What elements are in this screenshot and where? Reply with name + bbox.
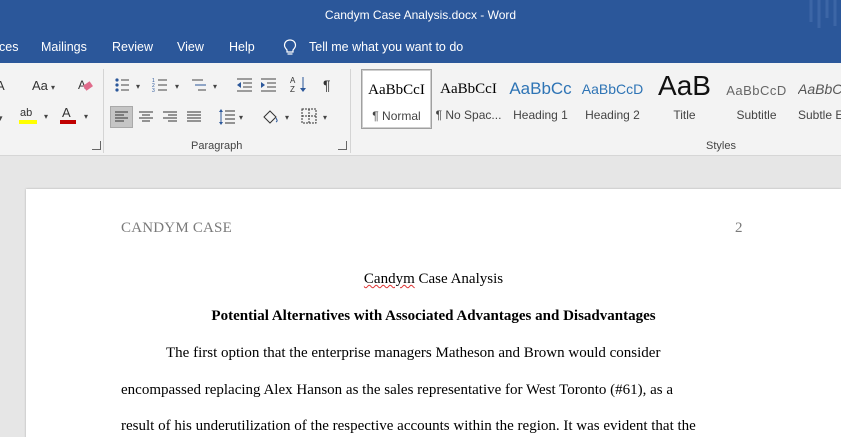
group-separator <box>103 69 104 153</box>
style-name: Subtitle <box>736 108 777 122</box>
paragraph-line: The first option that the enterprise man… <box>166 345 661 361</box>
style-name: ¶ Normal <box>372 109 421 123</box>
style-name: Title <box>673 108 696 122</box>
chevron-down-icon[interactable]: ▾ <box>285 113 289 122</box>
sort-icon[interactable]: AZ <box>290 75 308 95</box>
font-dropdown-icon[interactable]: ▾ <box>0 109 8 125</box>
decrease-indent-icon[interactable] <box>236 77 253 93</box>
style-sample: AaBbCc <box>509 79 572 98</box>
justify-icon[interactable] <box>185 108 203 126</box>
style-normal[interactable]: AaBbCcI ¶ Normal <box>361 69 432 129</box>
chevron-down-icon[interactable]: ▾ <box>136 82 140 91</box>
svg-text:ab: ab <box>20 107 32 119</box>
change-case-button[interactable]: Aa <box>32 79 48 93</box>
svg-text:Z: Z <box>290 85 295 94</box>
style-no-spacing[interactable]: AaBbCcI ¶ No Spac... <box>433 69 504 129</box>
align-left-icon <box>115 111 128 122</box>
style-sample: AaB <box>658 70 711 101</box>
align-center-icon[interactable] <box>137 108 155 126</box>
style-name: Heading 1 <box>513 108 568 122</box>
paragraph-line: result of his underutilization of the re… <box>121 418 696 434</box>
style-heading-2[interactable]: AaBbCcD Heading 2 <box>577 69 648 129</box>
ribbon: A Aa ▾ A ▾ ab ▾ A ▾ ▾ 123 ▾ ▾ A Z ¶ ▾ ▾ … <box>0 63 841 156</box>
borders-icon[interactable] <box>301 108 317 124</box>
window-title: Candym Case Analysis.docx - Word <box>324 8 517 22</box>
svg-text:A: A <box>62 105 71 120</box>
font-size-decrease-icon[interactable]: A <box>0 79 5 93</box>
chevron-down-icon[interactable]: ▾ <box>323 113 327 122</box>
styles-group-label: Styles <box>706 140 736 152</box>
highlight-color-icon[interactable]: ab <box>19 105 41 127</box>
style-subtle-emphasis[interactable]: AaBbC Subtle E <box>793 69 841 129</box>
running-header: CANDYM CASE <box>121 220 232 236</box>
bullets-icon[interactable] <box>114 77 130 93</box>
paragraph-group-label: Paragraph <box>191 140 243 152</box>
paragraph-dialog-launcher[interactable] <box>338 141 347 150</box>
tab-mailings[interactable]: Mailings <box>41 40 87 54</box>
svg-text:3: 3 <box>152 88 155 93</box>
line-spacing-icon[interactable] <box>218 107 236 127</box>
tab-references[interactable]: ces <box>0 40 18 54</box>
tab-view[interactable]: View <box>177 40 204 54</box>
tab-help[interactable]: Help <box>229 40 255 54</box>
style-subtitle[interactable]: AaBbCcD Subtitle <box>721 69 792 129</box>
multilevel-list-icon[interactable] <box>191 77 207 93</box>
document-page[interactable]: CANDYM CASE 2 Candym Case Analysis Poten… <box>26 189 841 437</box>
numbering-icon[interactable]: 123 <box>152 77 168 93</box>
style-sample: AaBbCcI <box>368 82 425 98</box>
chevron-down-icon[interactable]: ▾ <box>213 82 217 91</box>
document-canvas[interactable]: CANDYM CASE 2 Candym Case Analysis Poten… <box>0 156 841 437</box>
svg-text:▾: ▾ <box>0 113 3 123</box>
font-color-icon[interactable]: A <box>60 105 78 127</box>
chevron-down-icon[interactable]: ▾ <box>84 112 88 121</box>
ribbon-tabs: ces Mailings Review View Help Tell me wh… <box>0 32 841 63</box>
chevron-down-icon[interactable]: ▾ <box>239 113 243 122</box>
title-bar: Candym Case Analysis.docx - Word <box>0 0 841 32</box>
style-name: ¶ No Spac... <box>435 108 502 122</box>
group-separator <box>350 69 351 153</box>
word-window: Candym Case Analysis.docx - Word ces Mai… <box>0 0 841 437</box>
align-right-icon[interactable] <box>161 108 179 126</box>
style-sample: AaBbCcD <box>581 81 644 97</box>
svg-text:A: A <box>290 76 296 85</box>
paragraph-line: encompassed replacing Alex Hanson as the… <box>121 382 674 398</box>
style-title[interactable]: AaB Title <box>649 69 720 129</box>
style-sample: AaBbCcI <box>440 81 497 97</box>
style-sample: AaBbC <box>798 81 841 97</box>
tell-me-search[interactable]: Tell me what you want to do <box>309 40 463 54</box>
tab-review[interactable]: Review <box>112 40 153 54</box>
chevron-down-icon[interactable]: ▾ <box>51 83 55 92</box>
align-left-button[interactable] <box>110 106 133 128</box>
lightbulb-icon <box>283 39 297 55</box>
chevron-down-icon[interactable]: ▾ <box>44 112 48 121</box>
spelling-error-word[interactable]: Candym <box>364 271 415 287</box>
style-name: Heading 2 <box>585 108 640 122</box>
shading-icon[interactable] <box>260 107 280 127</box>
document-title-rest: Case Analysis <box>414 271 504 287</box>
show-formatting-marks-icon[interactable]: ¶ <box>323 78 331 92</box>
style-heading-1[interactable]: AaBbCc Heading 1 <box>505 69 576 129</box>
clear-formatting-icon[interactable]: A <box>77 77 93 93</box>
section-heading: Potential Alternatives with Associated A… <box>211 308 656 324</box>
document-title: Candym Case Analysis <box>26 271 841 288</box>
chevron-down-icon[interactable]: ▾ <box>175 82 179 91</box>
title-bar-decoration <box>809 0 837 28</box>
font-dialog-launcher[interactable] <box>92 141 101 150</box>
increase-indent-icon[interactable] <box>260 77 277 93</box>
style-sample: AaBbCcD <box>726 83 787 98</box>
style-name: Subtle E <box>798 108 841 122</box>
page-number: 2 <box>735 220 743 236</box>
